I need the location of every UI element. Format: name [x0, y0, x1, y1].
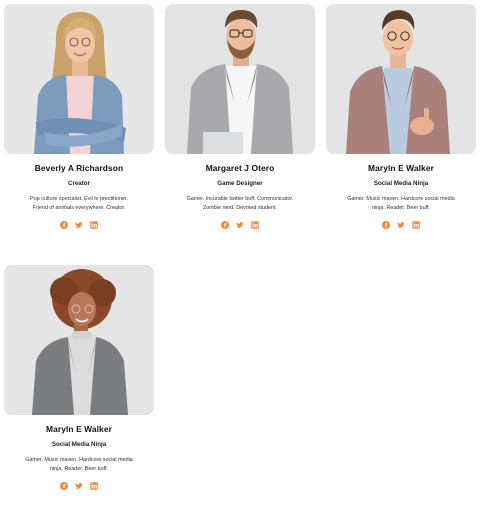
linkedin-icon[interactable] [251, 221, 259, 229]
twitter-icon[interactable] [236, 221, 244, 229]
social-links [4, 482, 154, 491]
member-role: Creator [67, 180, 90, 187]
team-card: Beverly A Richardson Creator Pop culture… [4, 4, 154, 230]
social-links [165, 221, 315, 230]
member-photo [326, 4, 476, 154]
facebook-icon[interactable] [221, 221, 229, 230]
member-photo [4, 265, 154, 415]
member-name: Maryln E Walker [368, 163, 434, 173]
facebook-icon[interactable] [60, 221, 68, 230]
team-card: Maryln E Walker Social Media Ninja Gamer… [326, 4, 476, 230]
facebook-icon[interactable] [60, 482, 68, 491]
twitter-icon[interactable] [75, 221, 83, 229]
member-bio: Gamer. Music maven. Hardcore social medi… [25, 457, 133, 472]
twitter-icon[interactable] [75, 482, 83, 490]
social-links [326, 221, 476, 230]
member-bio: Gamer. Incurable twitter buff. Communica… [186, 196, 294, 211]
team-card: Maryln E Walker Social Media Ninja Gamer… [4, 265, 154, 491]
facebook-icon[interactable] [382, 221, 390, 230]
linkedin-icon[interactable] [90, 221, 98, 229]
twitter-icon[interactable] [397, 221, 405, 229]
member-bio: Pop culture specialist. Evil tv prectiti… [30, 196, 128, 211]
member-name: Beverly A Richardson [34, 163, 124, 173]
member-photo [165, 4, 315, 154]
member-photo [4, 4, 154, 154]
member-name: Margaret J Otero [205, 163, 275, 173]
member-role: Game Designer [217, 180, 263, 187]
social-links [4, 221, 154, 230]
linkedin-icon[interactable] [412, 221, 420, 229]
linkedin-icon[interactable] [90, 482, 98, 490]
member-bio: Gamer. Music maven. Hardcore social medi… [347, 196, 455, 211]
member-role: Social Media Ninja [373, 180, 429, 187]
member-name: Maryln E Walker [46, 424, 112, 434]
member-role: Social Media Ninja [51, 441, 107, 448]
team-card: Margaret J Otero Game Designer Gamer. In… [165, 4, 315, 230]
